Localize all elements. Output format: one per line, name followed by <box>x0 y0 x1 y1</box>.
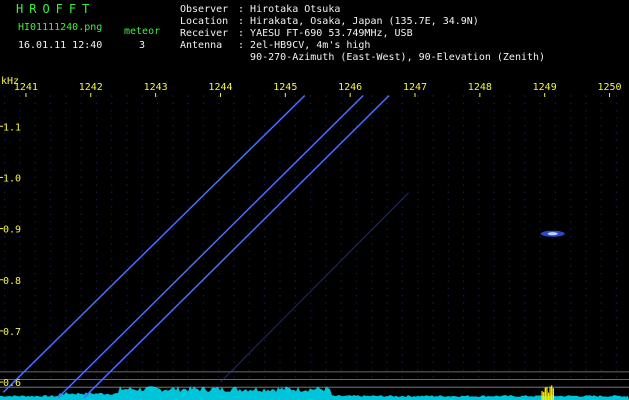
x-tick-label: 1242 <box>79 82 103 93</box>
y-tick-label: 0.7 <box>3 327 21 338</box>
x-tick-label: 1245 <box>273 82 297 93</box>
y-tick-label: 1.1 <box>3 122 21 133</box>
grid-dot-pattern <box>4 95 618 378</box>
burst-bar <box>546 386 548 400</box>
x-tick-label: 1241 <box>14 82 38 93</box>
burst-bar <box>549 386 551 400</box>
burst-bar <box>543 392 545 400</box>
x-tick-label: 1249 <box>533 82 557 93</box>
y-tick-label: 0.6 <box>3 378 21 389</box>
x-tick-label: 1243 <box>144 82 168 93</box>
meteor-trace-core <box>58 95 364 398</box>
burst-bar <box>552 388 554 400</box>
x-tick-label: 1244 <box>208 82 232 93</box>
burst-bar <box>541 391 543 400</box>
x-tick-label: 1246 <box>338 82 362 93</box>
meteor-trace-core <box>84 95 390 398</box>
burst-bar <box>551 385 553 400</box>
reference-lines <box>0 371 629 388</box>
x-tick-label: 1248 <box>468 82 492 93</box>
y-tick-label: 0.9 <box>3 225 21 236</box>
meteor-traces <box>2 94 565 399</box>
echo-blob-core <box>547 232 558 236</box>
x-tick-label: 1247 <box>403 82 427 93</box>
burst-bar <box>544 387 546 400</box>
x-tick-label: 1250 <box>597 82 621 93</box>
spectrogram-chart: kHz1241 1242 1243 1244 1245 1246 1247 1248 1249 1… <box>0 76 629 400</box>
axes: kHz1241 1242 1243 1244 1245 1246 1247 1248 1249 1… <box>0 76 622 389</box>
grid-dots <box>4 95 618 378</box>
y-tick-label: 0.8 <box>3 276 21 287</box>
burst-bar <box>547 392 550 400</box>
meteor-trace-core <box>3 95 305 393</box>
faint-trace <box>220 192 409 383</box>
y-tick-label: 1.0 <box>3 173 21 184</box>
